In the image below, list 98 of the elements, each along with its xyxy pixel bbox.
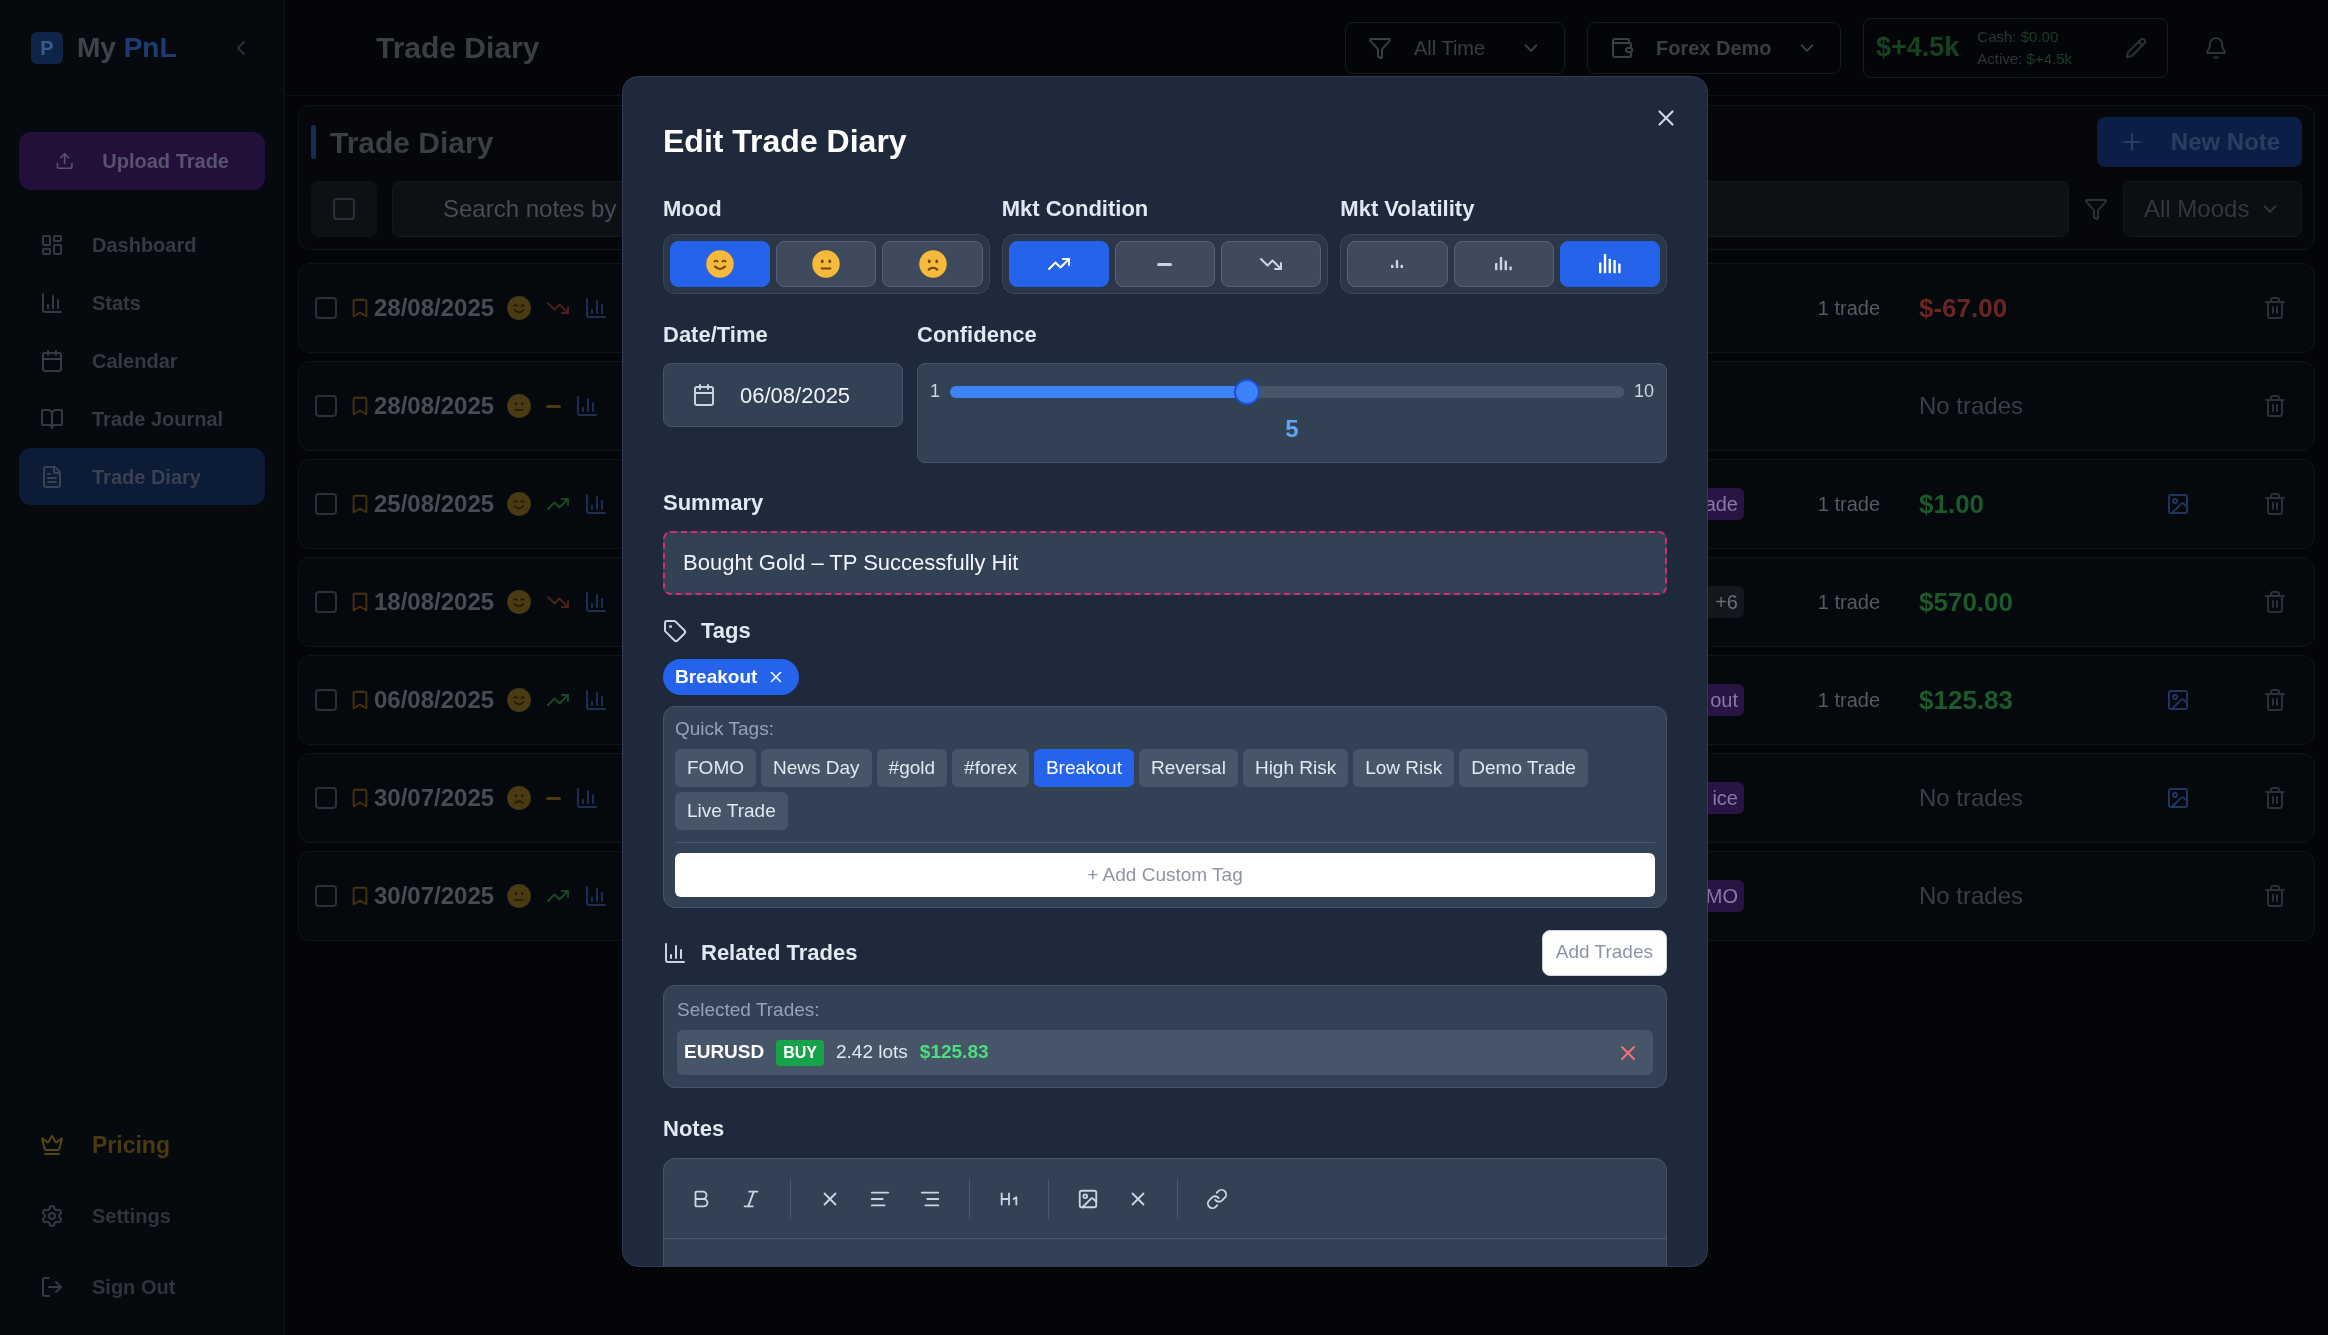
- sidebar-item[interactable]: Pricing: [19, 1117, 265, 1173]
- entry-result: $570.00: [1919, 586, 2013, 617]
- select-all-checkbox[interactable]: [311, 181, 377, 237]
- entry-date: 30/07/2025: [374, 881, 495, 911]
- row-checkbox[interactable]: [315, 297, 337, 319]
- dialog-title: Edit Trade Diary: [663, 122, 908, 161]
- quick-tag[interactable]: High Risk: [1242, 748, 1349, 787]
- trade-count: 1 trade: [1817, 296, 1880, 321]
- calendar-icon: [692, 383, 716, 407]
- filter-icon[interactable]: [2084, 197, 2108, 221]
- date-field[interactable]: 06/08/2025: [663, 363, 903, 427]
- confidence-value: 5: [1285, 414, 1299, 444]
- bar-chart-icon: [663, 940, 687, 965]
- link-icon[interactable]: [1206, 1187, 1228, 1210]
- quick-tag[interactable]: News Day: [761, 748, 872, 787]
- option-button[interactable]: [1559, 241, 1660, 287]
- field-label: Date/Time: [663, 321, 769, 349]
- delete-icon[interactable]: [2263, 394, 2287, 418]
- entry-result: No trades: [1919, 882, 2024, 909]
- row-checkbox[interactable]: [315, 591, 337, 613]
- image-icon[interactable]: [1077, 1187, 1099, 1210]
- entry-date: 25/08/2025: [374, 489, 495, 519]
- entry-result: No trades: [1919, 392, 2024, 419]
- page-title: Trade Diary: [376, 30, 540, 66]
- field-label: Mkt Volatility: [1340, 195, 1476, 223]
- bar-chart-icon: [575, 786, 600, 810]
- entry-date: 30/07/2025: [374, 783, 495, 813]
- delete-icon[interactable]: [2263, 492, 2287, 516]
- notification-icon[interactable]: [2204, 35, 2228, 60]
- field-label: Notes: [663, 1115, 726, 1143]
- custom-tag-field[interactable]: + Add Custom Tag: [675, 852, 1655, 897]
- app-name: My PnL: [77, 31, 177, 65]
- trade-symbol: EURUSD: [684, 1040, 765, 1065]
- edit-icon[interactable]: [2125, 36, 2147, 59]
- trade-count: 1 trade: [1817, 492, 1880, 517]
- confidence-slider[interactable]: [950, 378, 1624, 405]
- row-checkbox[interactable]: [315, 689, 337, 711]
- row-checkbox[interactable]: [315, 395, 337, 417]
- entry-date: 28/08/2025: [374, 391, 495, 421]
- summary-field[interactable]: Bought Gold – TP Successfully Hit: [663, 531, 1667, 595]
- trade-count: 1 trade: [1817, 688, 1880, 713]
- quick-tag[interactable]: Reversal: [1138, 748, 1238, 787]
- entry-date: 18/08/2025: [374, 587, 495, 617]
- option-button[interactable]: [776, 241, 877, 287]
- trade-count: 1 trade: [1817, 590, 1880, 615]
- logo-mark: P: [31, 32, 63, 64]
- entry-result: $-67.00: [1919, 292, 2008, 323]
- quick-tag[interactable]: #gold: [876, 748, 948, 787]
- quick-tag[interactable]: Demo Trade: [1459, 748, 1588, 787]
- entry-date: 28/08/2025: [374, 293, 495, 323]
- upload-trade-button[interactable]: Upload Trade: [19, 132, 265, 190]
- trade-pnl: $125.83: [919, 1040, 989, 1065]
- pnl-total: $+4.5k: [1876, 31, 1960, 65]
- tag-chip: Breakout: [663, 659, 800, 695]
- account-selector[interactable]: Forex Demo: [1587, 21, 1841, 74]
- delete-icon[interactable]: [2263, 884, 2287, 908]
- quick-tag[interactable]: FOMO: [675, 748, 756, 787]
- field-label: Related Trades: [701, 939, 858, 967]
- period-filter[interactable]: All Time: [1345, 21, 1565, 74]
- selected-trades-label: Selected Trades:: [677, 997, 821, 1022]
- bar-chart-icon: [584, 590, 609, 614]
- row-checkbox[interactable]: [315, 493, 337, 515]
- wallet-icon: [1610, 35, 1634, 60]
- quick-tag[interactable]: Live Trade: [675, 791, 788, 830]
- delete-icon[interactable]: [2263, 786, 2287, 810]
- row-checkbox[interactable]: [315, 787, 337, 809]
- field-label: Summary: [663, 489, 765, 517]
- entry-result: $125.83: [1919, 684, 2013, 715]
- row-checkbox[interactable]: [315, 885, 337, 907]
- delete-icon[interactable]: [2263, 688, 2287, 712]
- field-label: Confidence: [917, 321, 1038, 349]
- option-button[interactable]: [670, 241, 771, 287]
- quick-tag[interactable]: Breakout: [1033, 748, 1134, 787]
- section-title: Trade Diary: [330, 124, 494, 161]
- quick-tag[interactable]: Low Risk: [1353, 748, 1455, 787]
- delete-icon[interactable]: [2263, 590, 2287, 614]
- entry-date: 06/08/2025: [374, 685, 495, 715]
- option-button[interactable]: [882, 241, 983, 287]
- quick-tags-label: Quick Tags:: [675, 717, 775, 741]
- quick-tag[interactable]: #forex: [952, 748, 1029, 787]
- tag-icon: [663, 619, 687, 643]
- add-trades-button[interactable]: Add Trades: [1541, 929, 1667, 976]
- field-label: Mkt Condition: [1001, 195, 1150, 223]
- delete-icon[interactable]: [2263, 296, 2287, 320]
- field-label: Mood: [663, 195, 723, 223]
- slider-max: 10: [1633, 380, 1654, 403]
- trade-lots: 2.42 lots: [836, 1040, 908, 1065]
- bar-chart-icon: [584, 492, 609, 516]
- bar-chart-icon: [584, 296, 609, 320]
- entry-result: No trades: [1919, 784, 2024, 811]
- filter-icon: [1368, 35, 1392, 60]
- slider-min: 1: [930, 380, 940, 403]
- bar-chart-icon: [584, 688, 609, 712]
- bar-chart-icon: [575, 394, 600, 418]
- entry-result: $1.00: [1919, 488, 1985, 519]
- bar-chart-icon: [584, 884, 609, 908]
- side-badge: BUY: [776, 1039, 824, 1066]
- field-label: Tags: [701, 617, 751, 645]
